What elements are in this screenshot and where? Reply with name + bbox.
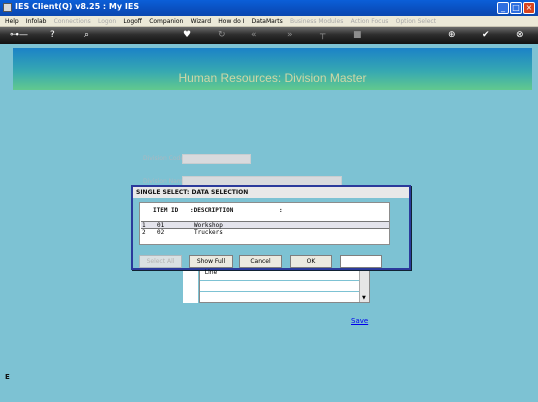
column-extra: : xyxy=(279,207,283,214)
table-row[interactable]: 1 01 Workshop xyxy=(141,221,389,229)
forward-icon[interactable]: » xyxy=(287,29,293,42)
window-titlebar: IES Client(Q) v8.25 : My IES _ □ × xyxy=(0,0,538,16)
division-code-label: Division Code xyxy=(143,155,185,162)
minimize-button[interactable]: _ xyxy=(497,2,509,14)
division-code-field[interactable] xyxy=(182,154,251,164)
menu-logoff[interactable]: Logoff xyxy=(118,16,142,27)
cancel-button[interactable]: Cancel xyxy=(239,255,282,268)
help-icon[interactable]: ? xyxy=(50,29,55,42)
menu-bar: Help Infolab Connections Logon Logoff Co… xyxy=(0,16,538,27)
dialog-title: SINGLE SELECT: DATA SELECTION xyxy=(133,187,409,198)
status-marker: E xyxy=(5,373,10,381)
list-divider xyxy=(200,291,359,292)
search-icon[interactable]: ⌕ xyxy=(84,29,89,42)
window-title: IES Client(Q) v8.25 : My IES xyxy=(15,2,140,11)
column-item-id: ITEM ID xyxy=(153,207,179,214)
check-icon[interactable]: ✔ xyxy=(482,29,490,42)
background-list[interactable]: ▼ xyxy=(199,268,370,303)
page-banner: Human Resources: Division Master xyxy=(13,48,532,90)
save-link[interactable]: Save xyxy=(351,317,368,325)
show-full-line-button[interactable]: Show Full Line xyxy=(189,255,233,276)
page-title: Human Resources: Division Master xyxy=(178,71,367,85)
stop-icon[interactable]: ■ xyxy=(353,29,362,42)
key-icon[interactable]: ⊶— xyxy=(10,29,28,42)
division-name-label: Division Name xyxy=(143,178,187,185)
select-all-button: Select All xyxy=(139,255,182,268)
row-number: 2 xyxy=(142,229,146,236)
app-icon xyxy=(3,3,12,12)
list-gutter xyxy=(183,268,198,303)
search-input[interactable] xyxy=(340,255,382,268)
heart-icon[interactable]: ♥ xyxy=(183,29,191,42)
row-description: Truckers xyxy=(194,229,223,236)
list-scrollbar[interactable]: ▼ xyxy=(359,269,369,302)
list-divider xyxy=(200,280,359,281)
toolbar: ⊶— ? ⌕ ♥ ↻ « » ┬ ■ ⊕ ✔ ⊗ xyxy=(0,27,538,44)
ok-button[interactable]: OK xyxy=(290,255,332,268)
menu-action-focus: Action Focus xyxy=(350,18,389,25)
maximize-button[interactable]: □ xyxy=(510,2,522,14)
menu-help[interactable]: Help xyxy=(0,16,19,27)
menu-business-modules: Business Modules xyxy=(290,18,344,25)
menu-wizard[interactable]: Wizard xyxy=(186,16,211,27)
menu-option-select: Option Select xyxy=(395,18,437,25)
refresh-icon[interactable]: ↻ xyxy=(218,29,226,42)
add-icon[interactable]: ⊕ xyxy=(448,29,456,42)
menu-how-do-i[interactable]: How do I xyxy=(213,16,244,27)
menu-datamarts[interactable]: DataMarts xyxy=(247,16,283,27)
menu-companion[interactable]: Companion xyxy=(144,16,183,27)
data-selection-dialog: SINGLE SELECT: DATA SELECTION ITEM ID :D… xyxy=(131,185,411,276)
scroll-down-icon[interactable]: ▼ xyxy=(362,295,366,301)
close-button[interactable]: × xyxy=(523,2,535,14)
selection-grid[interactable]: ITEM ID :DESCRIPTION : 1 01 Workshop 2 0… xyxy=(139,202,390,245)
menu-connections: Connections xyxy=(53,18,91,25)
table-row[interactable]: 2 02 Truckers xyxy=(141,229,389,237)
pin-icon[interactable]: ┬ xyxy=(320,29,325,42)
rewind-icon[interactable]: « xyxy=(251,29,257,42)
column-description: :DESCRIPTION xyxy=(190,207,234,214)
row-id: 02 xyxy=(157,229,165,236)
menu-infolab[interactable]: Infolab xyxy=(21,16,47,27)
menu-logon: Logon xyxy=(97,18,117,25)
exit-icon[interactable]: ⊗ xyxy=(516,29,524,42)
